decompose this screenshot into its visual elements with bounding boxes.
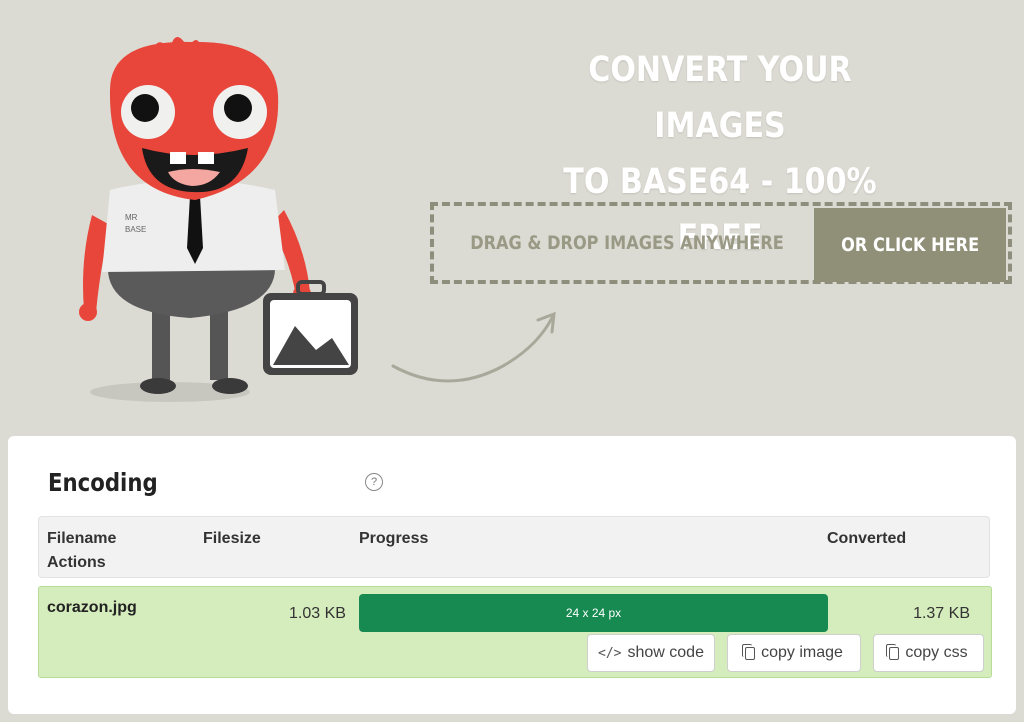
- mascot-shirt-text-1: MR: [125, 213, 138, 222]
- col-actions: Actions: [47, 554, 106, 571]
- encoding-panel: Encoding ? Filename Actions Filesize Pro…: [8, 436, 1016, 714]
- mascot-shirt-text-2: BASE: [125, 225, 146, 234]
- copy-icon: [742, 643, 756, 660]
- progress-fill: 24 x 24 px: [359, 594, 828, 632]
- help-icon[interactable]: ?: [365, 473, 383, 491]
- copy-icon: [886, 643, 900, 660]
- upload-button[interactable]: OR CLICK HERE: [814, 208, 1006, 282]
- headline-line-1: CONVERT YOUR IMAGES: [588, 50, 852, 146]
- show-code-button[interactable]: </> show code: [587, 634, 715, 672]
- col-filesize: Filesize: [203, 530, 261, 547]
- col-filename-actions: Filename Actions: [47, 527, 116, 575]
- code-icon: </>: [598, 645, 622, 661]
- row-filesize: 1.03 KB: [289, 605, 346, 622]
- copy-css-label: copy css: [905, 644, 968, 661]
- col-filename: Filename: [47, 530, 117, 547]
- row-filename: corazon.jpg: [47, 599, 137, 616]
- mascot-illustration: MR BASE: [79, 36, 358, 402]
- copy-css-button[interactable]: copy css: [873, 634, 984, 672]
- dropzone[interactable]: DRAG & DROP IMAGES ANYWHERE OR CLICK HER…: [430, 202, 1012, 284]
- copy-image-button[interactable]: copy image: [727, 634, 861, 672]
- curved-arrow-icon: [391, 311, 556, 383]
- copy-image-label: copy image: [761, 644, 843, 661]
- upload-button-label: OR CLICK HERE: [841, 234, 979, 256]
- table-header: Filename Actions Filesize Progress Conve…: [38, 516, 990, 578]
- col-converted: Converted: [827, 530, 907, 547]
- show-code-label: show code: [627, 644, 704, 661]
- col-progress: Progress: [359, 530, 429, 547]
- dropzone-text: DRAG & DROP IMAGES ANYWHERE: [470, 232, 784, 254]
- panel-title: Encoding: [48, 468, 158, 497]
- progress-bar: 24 x 24 px: [359, 594, 828, 632]
- table-row: corazon.jpg 1.03 KB 24 x 24 px 1.37 KB <…: [38, 586, 992, 678]
- hero-section: MR BASE CONVERT YOUR IMAGES TO BASE64 - …: [0, 0, 1024, 430]
- row-converted: 1.37 KB: [913, 605, 970, 622]
